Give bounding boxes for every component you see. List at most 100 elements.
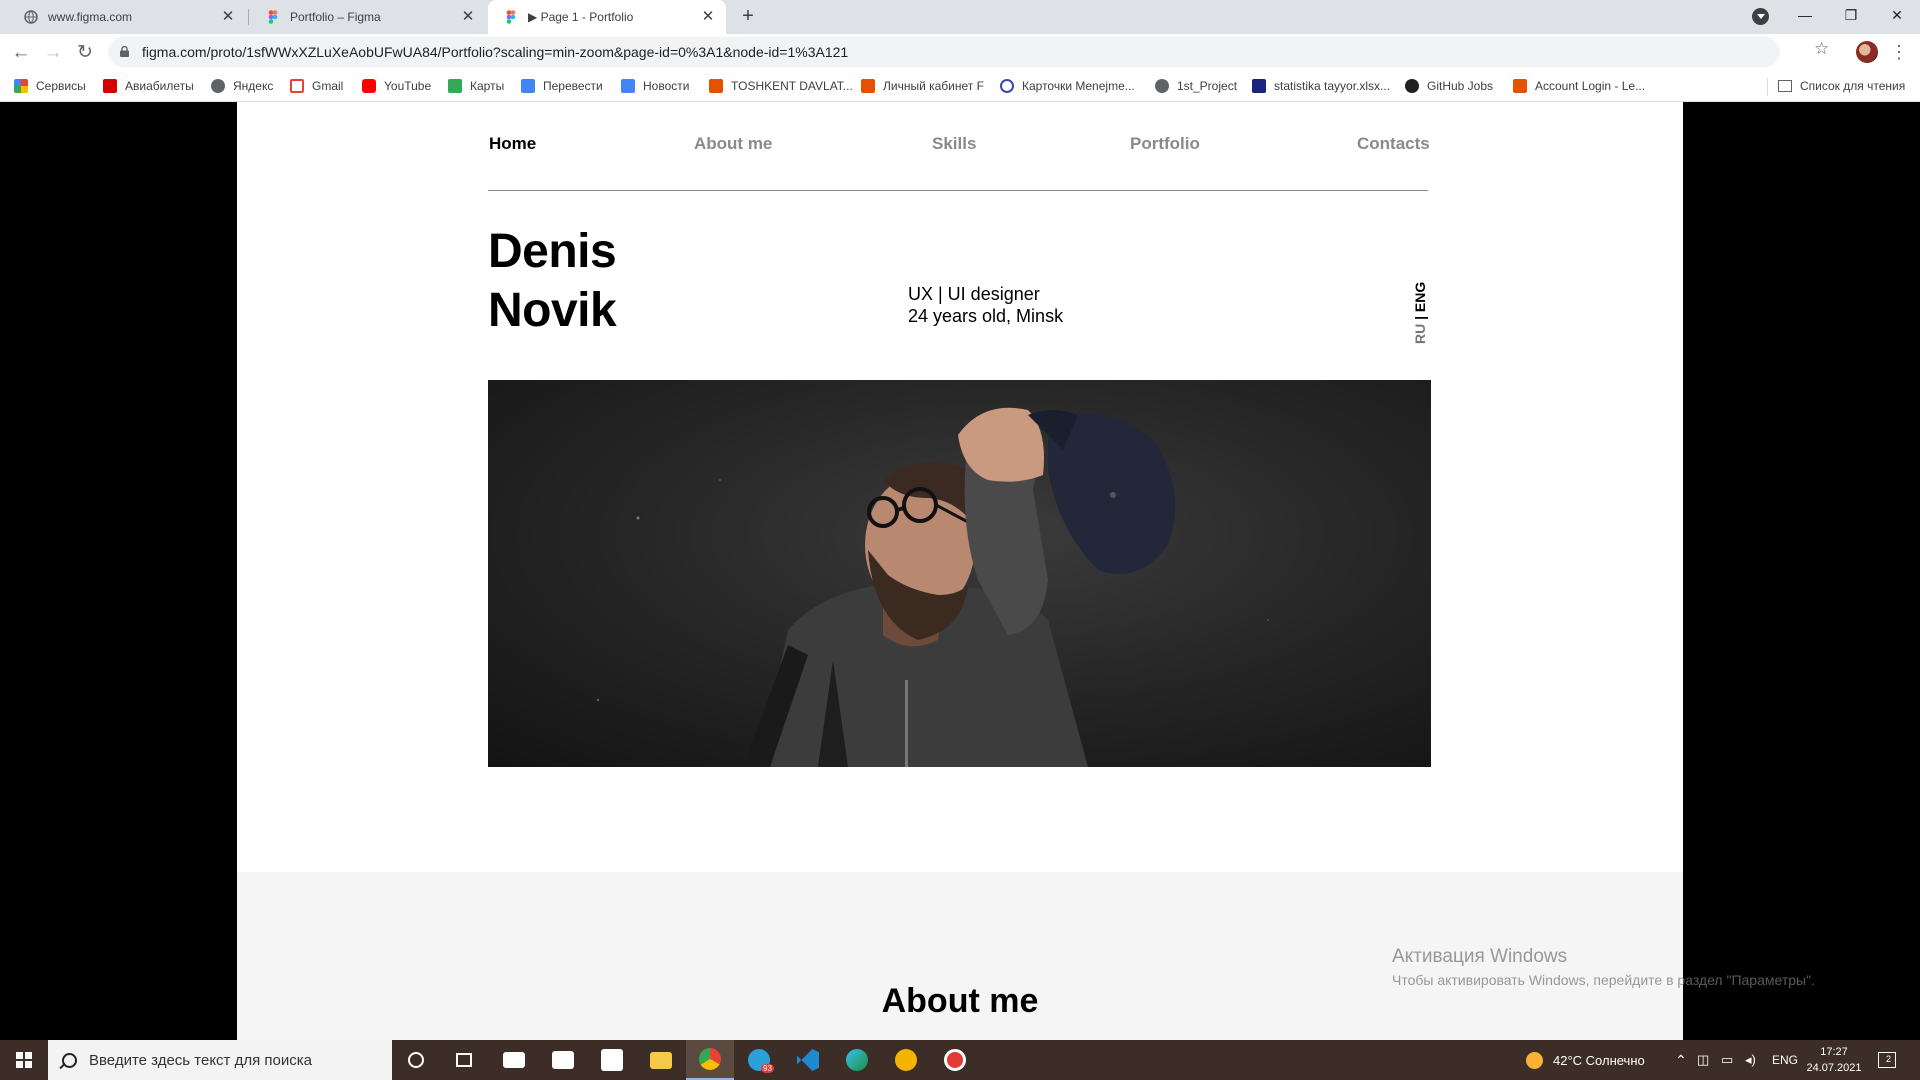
clock-time: 17:27	[1820, 1046, 1848, 1058]
taskbar-explorer[interactable]	[637, 1040, 685, 1080]
taskbar-edge[interactable]	[833, 1040, 881, 1080]
taskbar-chrome[interactable]	[686, 1040, 734, 1080]
tab-search-icon[interactable]	[1752, 8, 1769, 25]
reload-button[interactable]: ↻	[72, 40, 98, 66]
bookmark-maps[interactable]: Карты	[448, 79, 504, 93]
gmail-icon	[290, 79, 304, 93]
start-button[interactable]	[0, 1040, 48, 1080]
apps-grid-icon	[14, 79, 28, 93]
bookmark-account-login[interactable]: Account Login - Le...	[1513, 79, 1645, 93]
restore-button[interactable]: ❐	[1828, 0, 1874, 30]
bookmark-label: YouTube	[384, 79, 432, 93]
taskbar-mail[interactable]	[490, 1040, 538, 1080]
bookmark-translate[interactable]: Перевести	[521, 79, 603, 93]
minimize-button[interactable]: —	[1782, 0, 1828, 30]
github-icon	[1405, 79, 1419, 93]
close-tab-icon[interactable]: ✕	[460, 9, 476, 25]
task-view-button[interactable]	[440, 1040, 488, 1080]
close-tab-icon[interactable]: ✕	[220, 9, 236, 25]
clock[interactable]: 17:27 24.07.2021	[1804, 1044, 1864, 1076]
windows-taskbar: Введите здесь текст для поиска 93 42°C С…	[0, 1040, 1920, 1080]
bookmark-yandex[interactable]: Яндекс	[211, 79, 273, 93]
taskbar-recorder[interactable]	[931, 1040, 979, 1080]
close-tab-icon[interactable]: ✕	[700, 9, 716, 25]
tab-title: www.figma.com	[48, 10, 133, 24]
taskbar-store[interactable]	[588, 1040, 636, 1080]
taskbar-video[interactable]	[539, 1040, 587, 1080]
display-icon[interactable]: ▭	[1721, 1040, 1733, 1080]
bookmark-gmail[interactable]: Gmail	[290, 79, 343, 93]
notifications-button[interactable]: 2	[1878, 1040, 1896, 1080]
tray-overflow-button[interactable]: ⌃	[1675, 1040, 1687, 1080]
lock-icon	[120, 46, 129, 57]
input-language[interactable]: ENG	[1772, 1040, 1798, 1080]
bookmark-youtube[interactable]: YouTube	[362, 79, 431, 93]
bookmark-1st-project[interactable]: 1st_Project	[1155, 79, 1237, 93]
taskbar-search[interactable]: Введите здесь текст для поиска	[48, 1040, 392, 1080]
bookmark-toshkent[interactable]: TOSHKENT DAVLAT...	[709, 79, 853, 93]
bookmark-avia[interactable]: Авиабилеты	[103, 79, 194, 93]
bookmark-label: Карточки Menejme...	[1022, 79, 1135, 93]
warning-triangle-icon	[895, 1049, 917, 1071]
menu-kebab-icon[interactable]: ⋮	[1890, 40, 1908, 64]
task-view-icon	[456, 1053, 472, 1067]
telegram-badge: 93	[761, 1064, 774, 1073]
nav-divider	[488, 190, 1428, 191]
bookmark-cards[interactable]: Карточки Menejme...	[1000, 79, 1135, 93]
window-close-button[interactable]: ✕	[1874, 0, 1920, 30]
bookmark-cabinet[interactable]: Личный кабинет F	[861, 79, 984, 93]
figma-icon	[268, 10, 278, 24]
bookmark-news[interactable]: Новости	[621, 79, 689, 93]
profile-avatar[interactable]	[1856, 41, 1878, 63]
bookmark-star-icon[interactable]: ☆	[1814, 39, 1829, 59]
screen: www.figma.com ✕ Portfolio – Figma ✕ ▶ Pa…	[0, 0, 1920, 1080]
bookmark-label: Gmail	[312, 79, 344, 93]
watermark-title: Активация Windows	[1392, 946, 1568, 967]
tab-title: Portfolio – Figma	[290, 10, 381, 24]
lang-eng[interactable]: ENG	[1412, 282, 1428, 312]
university-icon	[861, 79, 875, 93]
nav-contacts[interactable]: Contacts	[1357, 134, 1430, 154]
windows-logo-icon	[16, 1052, 32, 1068]
bookmark-label: Яндекс	[233, 79, 274, 93]
lang-ru[interactable]: RU	[1412, 324, 1428, 344]
search-placeholder: Введите здесь текст для поиска	[89, 1051, 312, 1069]
maps-icon	[448, 79, 462, 93]
weather-widget[interactable]: 42°C Солнечно	[1526, 1040, 1645, 1080]
taskbar-vscode[interactable]	[784, 1040, 832, 1080]
cortana-button[interactable]	[392, 1040, 440, 1080]
nav-portfolio[interactable]: Portfolio	[1130, 134, 1200, 154]
chrome-icon	[699, 1048, 721, 1070]
reading-list-button[interactable]: Список для чтения	[1778, 79, 1905, 93]
network-icon[interactable]: ◫	[1697, 1040, 1709, 1080]
tab-page-portfolio[interactable]: ▶ Page 1 - Portfolio ✕	[488, 0, 726, 34]
university-icon	[709, 79, 723, 93]
nav-home[interactable]: Home	[489, 134, 536, 154]
hero-name: Denis Novik	[488, 222, 617, 340]
bookmark-services[interactable]: Сервисы	[14, 79, 86, 93]
taskbar-warning-app[interactable]	[882, 1040, 930, 1080]
clock-date: 24.07.2021	[1806, 1062, 1862, 1074]
film-icon	[552, 1051, 574, 1069]
bookmark-github-jobs[interactable]: GitHub Jobs	[1405, 79, 1493, 93]
back-button[interactable]: ←	[8, 40, 34, 66]
nav-skills[interactable]: Skills	[932, 134, 976, 154]
quizlet-icon	[1000, 79, 1014, 93]
hero-last-name: Novik	[488, 284, 617, 337]
volume-icon[interactable]: ◂)	[1745, 1040, 1756, 1080]
taskbar-telegram[interactable]: 93	[735, 1040, 783, 1080]
reading-list-icon	[1778, 80, 1792, 92]
news-icon	[621, 79, 635, 93]
new-tab-button[interactable]: +	[736, 5, 760, 29]
bookmark-label: 1st_Project	[1177, 79, 1238, 93]
tab-figma-home[interactable]: www.figma.com ✕	[8, 0, 246, 34]
address-bar[interactable]: figma.com/proto/1sfWWxXZLuXeAobUFwUA84/P…	[108, 37, 1780, 67]
bookmark-statistika[interactable]: statistika tayyor.xlsx...	[1252, 79, 1390, 93]
nav-about-me[interactable]: About me	[694, 134, 772, 154]
tab-portfolio-figma[interactable]: Portfolio – Figma ✕	[250, 0, 486, 34]
tab-divider	[248, 9, 249, 25]
youtube-icon	[362, 79, 376, 93]
url-text: figma.com/proto/1sfWWxXZLuXeAobUFwUA84/P…	[142, 44, 849, 60]
forward-button[interactable]: →	[40, 40, 66, 66]
cortana-icon	[408, 1052, 424, 1068]
